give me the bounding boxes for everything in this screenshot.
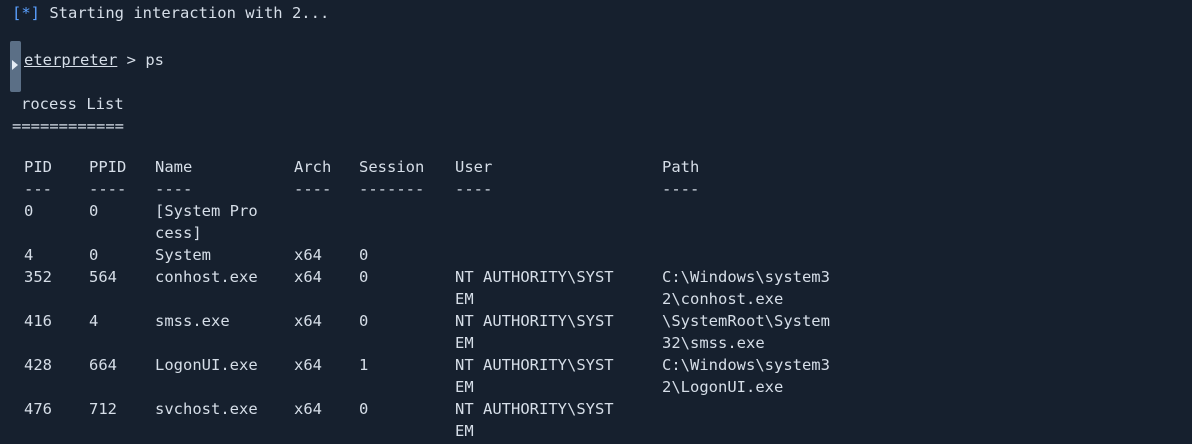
- row-name: cess]: [155, 224, 202, 242]
- column-header-name: Name: [155, 158, 193, 176]
- row-session: 0: [359, 312, 369, 330]
- info-text: Starting interaction with 2...: [40, 4, 330, 22]
- row-ppid: 664: [89, 356, 117, 374]
- row-user: EM: [455, 334, 474, 352]
- column-separator: -------: [359, 180, 425, 198]
- info-prefix: [*]: [12, 4, 40, 22]
- row-pid: 476: [24, 400, 52, 418]
- meterpreter-prompt: eterpreter: [24, 51, 118, 69]
- column-header-user: User: [455, 158, 493, 176]
- terminal-window[interactable]: [*] Starting interaction with 2... eterp…: [0, 0, 1192, 444]
- row-ppid: 4: [89, 312, 99, 330]
- row-path: 32\smss.exe: [662, 334, 765, 352]
- chevron-right-icon: [12, 60, 18, 70]
- row-user: NT AUTHORITY\SYST: [455, 356, 614, 374]
- row-pid: 416: [24, 312, 52, 330]
- prompt-line: eterpreter > ps: [24, 49, 164, 71]
- row-user: NT AUTHORITY\SYST: [455, 268, 614, 286]
- row-pid: 352: [24, 268, 52, 286]
- row-arch: x64: [294, 356, 322, 374]
- row-user: NT AUTHORITY\SYST: [455, 312, 614, 330]
- row-arch: x64: [294, 246, 322, 264]
- side-panel-handle[interactable]: [10, 41, 21, 92]
- row-ppid: 0: [89, 202, 99, 220]
- row-session: 1: [359, 356, 369, 374]
- column-header-ppid: PPID: [89, 158, 127, 176]
- row-pid: 0: [24, 202, 34, 220]
- row-name: conhost.exe: [155, 268, 258, 286]
- column-separator: ----: [155, 180, 193, 198]
- row-arch: x64: [294, 312, 322, 330]
- row-arch: x64: [294, 400, 322, 418]
- row-path: 2\LogonUI.exe: [662, 378, 784, 396]
- row-path: 2\conhost.exe: [662, 290, 784, 308]
- column-separator: ----: [89, 180, 127, 198]
- row-ppid: 564: [89, 268, 117, 286]
- info-line: [*] Starting interaction with 2...: [12, 2, 329, 24]
- row-session: 0: [359, 268, 369, 286]
- column-separator: ---: [24, 180, 52, 198]
- section-title: rocess List: [21, 95, 124, 113]
- row-ppid: 0: [89, 246, 99, 264]
- column-header-session: Session: [359, 158, 425, 176]
- column-separator: ----: [662, 180, 700, 198]
- row-session: 0: [359, 246, 369, 264]
- row-pid: 428: [24, 356, 52, 374]
- column-separator: ----: [455, 180, 493, 198]
- row-pid: 4: [24, 246, 34, 264]
- row-path: \SystemRoot\System: [662, 312, 830, 330]
- row-arch: x64: [294, 268, 322, 286]
- row-name: [System Pro: [155, 202, 258, 220]
- column-header-pid: PID: [24, 158, 52, 176]
- row-name: LogonUI.exe: [155, 356, 258, 374]
- row-user: EM: [455, 422, 474, 440]
- row-user: EM: [455, 378, 474, 396]
- row-session: 0: [359, 400, 369, 418]
- ps-command: > ps: [117, 51, 164, 69]
- row-path: C:\Windows\system3: [662, 356, 830, 374]
- row-name: svchost.exe: [155, 400, 258, 418]
- column-separator: ----: [294, 180, 332, 198]
- section-underline: ============: [12, 117, 124, 135]
- column-header-arch: Arch: [294, 158, 332, 176]
- row-user: NT AUTHORITY\SYST: [455, 400, 614, 418]
- column-header-path: Path: [662, 158, 700, 176]
- row-ppid: 712: [89, 400, 117, 418]
- row-user: EM: [455, 290, 474, 308]
- row-path: C:\Windows\system3: [662, 268, 830, 286]
- row-name: smss.exe: [155, 312, 230, 330]
- row-name: System: [155, 246, 211, 264]
